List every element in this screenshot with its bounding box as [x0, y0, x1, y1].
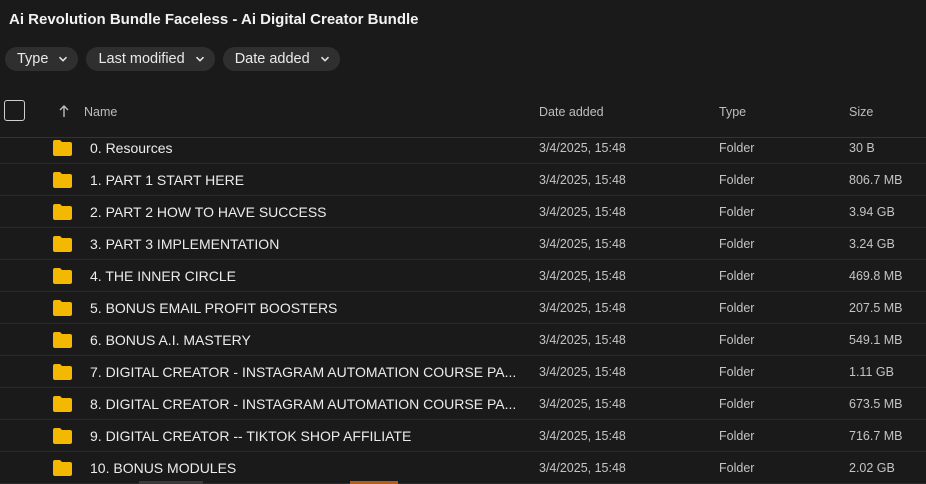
- filter-date-added-label: Date added: [234, 51, 310, 67]
- item-name[interactable]: 0. Resources: [90, 140, 172, 156]
- item-date-added: 3/4/2025, 15:48: [539, 141, 626, 155]
- item-name[interactable]: 4. THE INNER CIRCLE: [90, 268, 236, 284]
- list-item[interactable]: 4. THE INNER CIRCLE 3/4/2025, 15:48 Folder…: [0, 260, 926, 292]
- item-size: 2.02 GB: [849, 461, 895, 475]
- chevron-down-icon: [320, 56, 329, 62]
- item-size: 30 B: [849, 141, 875, 155]
- item-name[interactable]: 9. DIGITAL CREATOR -- TIKTOK SHOP AFFILI…: [90, 428, 411, 444]
- item-date-added: 3/4/2025, 15:48: [539, 333, 626, 347]
- filter-type-label: Type: [17, 51, 49, 67]
- list-item[interactable]: 5. BONUS EMAIL PROFIT BOOSTERS 3/4/2025, …: [0, 292, 926, 324]
- item-type: Folder: [719, 269, 755, 283]
- column-header-type[interactable]: Type: [719, 105, 746, 119]
- item-date-added: 3/4/2025, 15:48: [539, 237, 626, 251]
- item-type: Folder: [719, 173, 755, 187]
- file-list: 0. Resources 3/4/2025, 15:48 Folder 30 B 1. …: [0, 132, 926, 484]
- list-item[interactable]: 7. DIGITAL CREATOR - INSTAGRAM AUTOMATIO…: [0, 356, 926, 388]
- list-item[interactable]: 3. PART 3 IMPLEMENTATION 3/4/2025, 15:48 F…: [0, 228, 926, 260]
- item-size: 469.8 MB: [849, 269, 903, 283]
- folder-icon: [53, 364, 72, 380]
- item-type: Folder: [719, 365, 755, 379]
- arrow-up-icon[interactable]: [58, 104, 70, 118]
- item-name[interactable]: 7. DIGITAL CREATOR - INSTAGRAM AUTOMATIO…: [90, 364, 516, 380]
- item-name[interactable]: 1. PART 1 START HERE: [90, 172, 244, 188]
- folder-icon: [53, 172, 72, 188]
- list-item[interactable]: 6. BONUS A.I. MASTERY 3/4/2025, 15:48 Fold…: [0, 324, 926, 356]
- folder-icon: [53, 300, 72, 316]
- item-size: 673.5 MB: [849, 397, 903, 411]
- list-item[interactable]: 9. DIGITAL CREATOR -- TIKTOK SHOP AFFILI…: [0, 420, 926, 452]
- list-item[interactable]: 8. DIGITAL CREATOR - INSTAGRAM AUTOMATIO…: [0, 388, 926, 420]
- column-header-size[interactable]: Size: [849, 105, 873, 119]
- folder-icon: [53, 268, 72, 284]
- folder-icon: [53, 204, 72, 220]
- column-header-name[interactable]: Name: [84, 105, 117, 119]
- filter-last-modified-button[interactable]: Last modified: [86, 47, 215, 71]
- item-size: 207.5 MB: [849, 301, 903, 315]
- item-size: 1.11 GB: [849, 365, 894, 379]
- item-date-added: 3/4/2025, 15:48: [539, 205, 626, 219]
- column-header-date-added[interactable]: Date added: [539, 105, 604, 119]
- list-item[interactable]: 0. Resources 3/4/2025, 15:48 Folder 30 B: [0, 132, 926, 164]
- folder-icon: [53, 140, 72, 156]
- item-date-added: 3/4/2025, 15:48: [539, 365, 626, 379]
- item-size: 3.94 GB: [849, 205, 895, 219]
- list-item[interactable]: 2. PART 2 HOW TO HAVE SUCCESS 3/4/2025, 1…: [0, 196, 926, 228]
- item-date-added: 3/4/2025, 15:48: [539, 397, 626, 411]
- item-name[interactable]: 3. PART 3 IMPLEMENTATION: [90, 236, 279, 252]
- item-date-added: 3/4/2025, 15:48: [539, 461, 626, 475]
- item-type: Folder: [719, 141, 755, 155]
- folder-icon: [53, 460, 72, 476]
- item-name[interactable]: 10. BONUS MODULES: [90, 460, 236, 476]
- page-title: Ai Revolution Bundle Faceless - Ai Digit…: [9, 11, 419, 28]
- item-date-added: 3/4/2025, 15:48: [539, 173, 626, 187]
- select-all-checkbox[interactable]: [4, 100, 25, 121]
- item-type: Folder: [719, 429, 755, 443]
- folder-icon: [53, 332, 72, 348]
- item-size: 549.1 MB: [849, 333, 903, 347]
- item-size: 716.7 MB: [849, 429, 903, 443]
- folder-icon: [53, 428, 72, 444]
- filter-date-added-button[interactable]: Date added: [222, 47, 340, 71]
- item-date-added: 3/4/2025, 15:48: [539, 301, 626, 315]
- item-type: Folder: [719, 205, 755, 219]
- item-type: Folder: [719, 461, 755, 475]
- item-date-added: 3/4/2025, 15:48: [539, 269, 626, 283]
- item-type: Folder: [719, 237, 755, 251]
- item-type: Folder: [719, 301, 755, 315]
- item-name[interactable]: 8. DIGITAL CREATOR - INSTAGRAM AUTOMATIO…: [90, 396, 516, 412]
- item-type: Folder: [719, 333, 755, 347]
- filter-type-button[interactable]: Type: [5, 47, 79, 71]
- item-size: 3.24 GB: [849, 237, 895, 251]
- chevron-down-icon: [59, 56, 68, 62]
- filter-bar: Type Last modified Date added: [5, 47, 340, 71]
- item-name[interactable]: 2. PART 2 HOW TO HAVE SUCCESS: [90, 204, 327, 220]
- filter-last-modified-label: Last modified: [98, 51, 185, 67]
- list-item[interactable]: 10. BONUS MODULES 3/4/2025, 15:48 Folder 2.…: [0, 452, 926, 484]
- chevron-down-icon: [195, 56, 204, 62]
- folder-icon: [53, 396, 72, 412]
- item-date-added: 3/4/2025, 15:48: [539, 429, 626, 443]
- list-item[interactable]: 1. PART 1 START HERE 3/4/2025, 15:48 Folde…: [0, 164, 926, 196]
- item-name[interactable]: 6. BONUS A.I. MASTERY: [90, 332, 251, 348]
- folder-icon: [53, 236, 72, 252]
- item-type: Folder: [719, 397, 755, 411]
- item-size: 806.7 MB: [849, 173, 903, 187]
- item-name[interactable]: 5. BONUS EMAIL PROFIT BOOSTERS: [90, 300, 337, 316]
